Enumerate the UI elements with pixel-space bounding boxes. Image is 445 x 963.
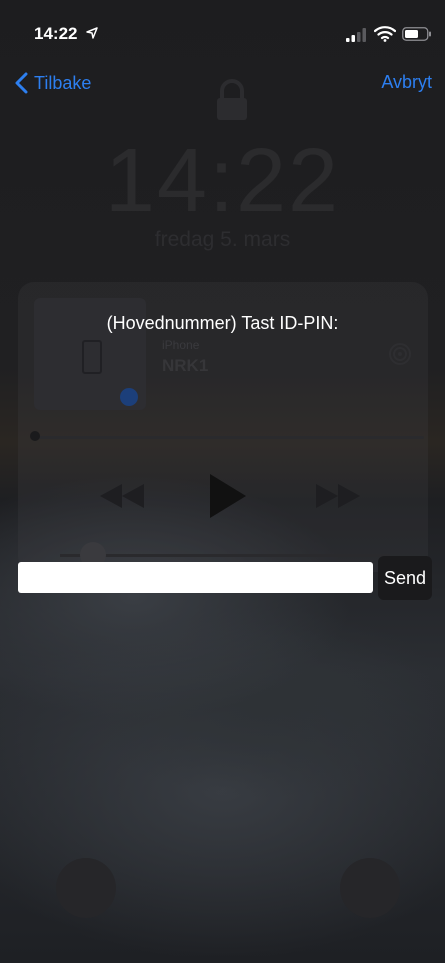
status-bar: 14:22 <box>0 0 445 60</box>
playback-progress-knob <box>30 431 40 441</box>
phone-icon <box>82 340 102 374</box>
playback-progress-track <box>34 436 424 439</box>
screen: 14:22 fredag 5. mars iPhone NRK1 14:22 T… <box>0 0 445 963</box>
lock-icon <box>217 79 247 120</box>
volume-track <box>60 554 390 557</box>
camera-icon <box>340 858 400 918</box>
location-arrow-icon <box>86 27 98 39</box>
now-playing-source: iPhone <box>162 338 200 352</box>
back-button-label: Tilbake <box>34 72 92 93</box>
play-icon <box>210 474 246 518</box>
lock-screen-date: fredag 5. mars <box>154 228 291 251</box>
app-badge-icon <box>120 388 138 406</box>
back-button[interactable]: Tilbake <box>14 72 91 94</box>
signal-icon <box>346 28 366 42</box>
fast-forward-icon <box>316 484 360 508</box>
pin-prompt: (Hovednummer) Tast ID-PIN: <box>106 313 339 333</box>
wifi-icon <box>374 26 396 42</box>
lock-screen-time: 14:22 <box>104 131 341 231</box>
chevron-left-icon <box>15 72 28 94</box>
cancel-button[interactable]: Avbryt <box>381 72 432 93</box>
now-playing-title: NRK1 <box>162 356 209 375</box>
flashlight-icon <box>56 858 116 918</box>
airplay-icon <box>389 343 411 365</box>
pin-input[interactable] <box>18 562 373 593</box>
rewind-icon <box>100 484 144 508</box>
status-time: 14:22 <box>34 24 78 43</box>
battery-icon <box>402 27 431 41</box>
send-button[interactable]: Send <box>378 556 433 600</box>
